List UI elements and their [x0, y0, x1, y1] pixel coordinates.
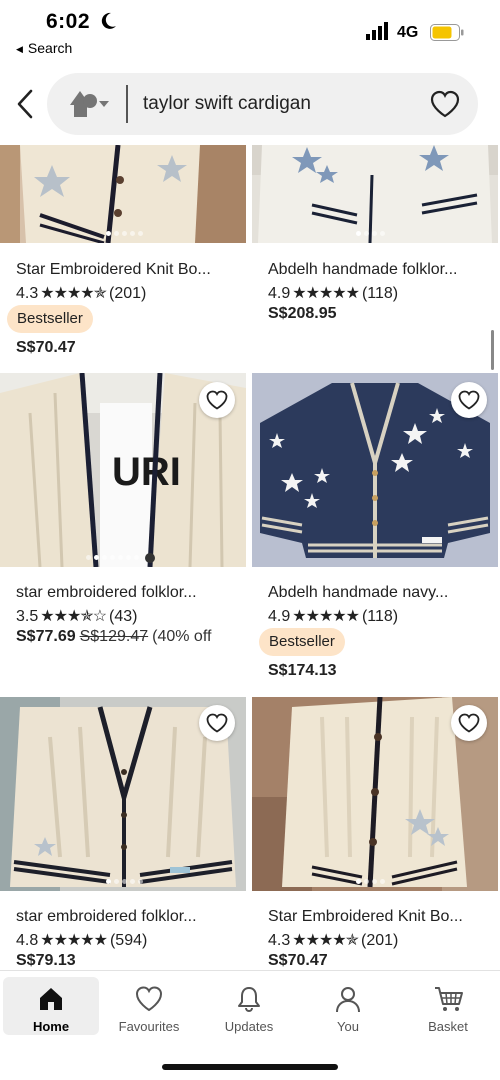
back-arrow-icon[interactable]: [14, 88, 38, 120]
star-rating-icon: ★★★★✯: [40, 285, 107, 302]
product-rating: 4.3 ★★★★✯ (201): [16, 283, 146, 303]
price-value: S$208.95: [268, 305, 337, 322]
product-title[interactable]: Abdelh handmade navy...: [268, 584, 448, 602]
product-price: S$79.13: [16, 952, 76, 970]
product-rating: 4.8 ★★★★★ (594): [16, 930, 147, 950]
product-price: S$70.47: [16, 339, 76, 357]
person-icon: [336, 987, 360, 1013]
product-image[interactable]: [252, 697, 498, 891]
rating-value: 4.8: [16, 932, 39, 949]
product-image[interactable]: URI: [0, 373, 246, 567]
rating-value: 4.9: [268, 285, 291, 302]
heart-icon: [458, 713, 480, 733]
nav-favourites[interactable]: Favourites: [101, 977, 197, 1035]
scrollbar-thumb[interactable]: [491, 330, 494, 370]
bestseller-badge: Bestseller: [7, 305, 93, 333]
product-title[interactable]: Abdelh handmade folklor...: [268, 261, 457, 279]
product-title[interactable]: star embroidered folklor...: [16, 584, 197, 602]
back-to-search-link[interactable]: ◀ Search: [16, 40, 72, 56]
product-image[interactable]: [252, 373, 498, 567]
battery-icon: [430, 24, 464, 41]
review-count: (118): [361, 608, 399, 625]
back-to-search-label: Search: [27, 40, 73, 56]
image-carousel-dots: [106, 231, 143, 239]
price-value: S$79.13: [16, 952, 76, 969]
bestseller-badge: Bestseller: [259, 628, 345, 656]
heart-icon: [206, 390, 228, 410]
favourite-button[interactable]: [451, 705, 487, 741]
image-carousel-dots: [356, 879, 385, 887]
nav-you-label: You: [337, 1019, 359, 1034]
product-image[interactable]: [0, 145, 246, 243]
nav-basket[interactable]: Basket: [400, 977, 496, 1035]
product-image[interactable]: [252, 145, 498, 243]
moon-icon: [101, 12, 116, 29]
price-value: S$174.13: [268, 662, 337, 679]
heart-icon: [135, 986, 163, 1012]
review-count: (43): [109, 608, 138, 625]
bell-icon: [238, 987, 260, 1013]
nav-home-label: Home: [32, 1019, 70, 1034]
nav-you[interactable]: You: [300, 977, 396, 1035]
star-rating-icon: ★★★★✯: [292, 932, 359, 949]
review-count: (201): [109, 285, 147, 302]
nav-basket-label: Basket: [428, 1019, 468, 1034]
favourite-button[interactable]: [199, 382, 235, 418]
rating-value: 4.3: [16, 285, 39, 302]
review-count: (201): [361, 932, 399, 949]
product-rating: 4.3 ★★★★✯ (201): [268, 930, 398, 950]
signal-icon: [366, 22, 388, 40]
search-bar[interactable]: taylor swift cardigan: [47, 73, 478, 135]
product-title[interactable]: Star Embroidered Knit Bo...: [16, 261, 211, 279]
product-price: S$70.47: [268, 952, 328, 970]
heart-icon: [206, 713, 228, 733]
status-bar: 6:02 ◀ Search 4G: [0, 0, 500, 66]
svg-text:URI: URI: [112, 450, 181, 494]
rating-value: 3.5: [16, 608, 39, 625]
home-indicator[interactable]: [162, 1064, 338, 1070]
favourite-button[interactable]: [199, 705, 235, 741]
home-icon: [40, 988, 62, 1010]
product-image[interactable]: [0, 697, 246, 891]
nav-updates[interactable]: Updates: [201, 977, 297, 1035]
product-price: S$208.95: [268, 305, 337, 323]
image-carousel-dots: [106, 879, 143, 887]
price-value: S$70.47: [268, 952, 328, 969]
product-title[interactable]: star embroidered folklor...: [16, 908, 197, 926]
nav-favourites-label: Favourites: [118, 1019, 180, 1034]
bottom-navigation: Home Favourites Updates You Basket: [0, 970, 500, 1080]
nav-home[interactable]: Home: [3, 977, 99, 1035]
review-count: (594): [109, 932, 148, 949]
heart-icon: [458, 390, 480, 410]
product-rating: 3.5 ★★★✯☆ (43): [16, 606, 137, 626]
network-type: 4G: [397, 24, 419, 41]
image-carousel-dots: [356, 231, 385, 239]
search-divider: [126, 85, 128, 123]
original-price: S$129.47: [79, 628, 149, 645]
clock-time: 6:02: [46, 10, 91, 33]
favourite-button[interactable]: [451, 382, 487, 418]
star-rating-icon: ★★★★★: [40, 932, 108, 949]
product-rating: 4.9 ★★★★★ (118): [268, 283, 398, 303]
product-price: S$174.13: [268, 662, 337, 680]
price-value: S$77.69: [16, 628, 76, 645]
star-rating-icon: ★★★✯☆: [40, 608, 107, 625]
nav-updates-label: Updates: [224, 1019, 274, 1034]
search-input[interactable]: taylor swift cardigan: [143, 93, 311, 115]
product-rating: 4.9 ★★★★★ (118): [268, 606, 398, 626]
price-value: S$70.47: [16, 339, 76, 356]
star-rating-icon: ★★★★★: [292, 608, 360, 625]
save-search-heart-icon[interactable]: [430, 90, 460, 118]
category-shapes-icon[interactable]: [69, 90, 113, 118]
rating-value: 4.3: [268, 932, 291, 949]
star-rating-icon: ★★★★★: [292, 285, 360, 302]
basket-icon: [435, 987, 463, 1011]
image-carousel-dots: [86, 555, 139, 563]
discount-label: (40% off: [152, 628, 212, 645]
review-count: (118): [361, 285, 399, 302]
product-title[interactable]: Star Embroidered Knit Bo...: [268, 908, 463, 926]
product-price: S$77.69 S$129.47 (40% off: [16, 628, 211, 646]
rating-value: 4.9: [268, 608, 291, 625]
